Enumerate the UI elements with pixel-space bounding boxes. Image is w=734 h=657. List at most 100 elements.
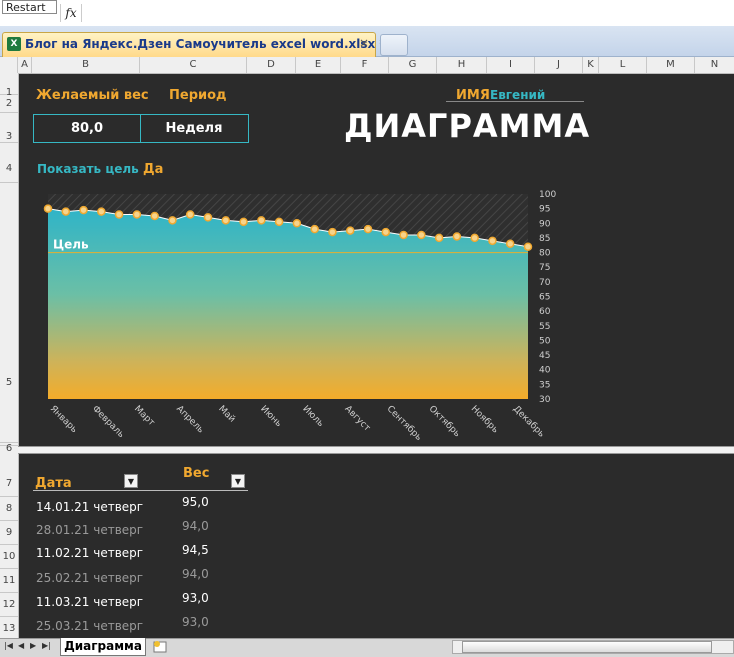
desired-weight-label: Желаемый вес — [36, 88, 149, 103]
chart-data-point — [328, 227, 337, 237]
show-goal-value[interactable]: Да — [143, 162, 163, 177]
column-header-b[interactable]: B — [32, 57, 140, 73]
excel-file-icon: X — [7, 37, 21, 51]
document-tab-title: Блог на Яндекс.Дзен Самоучитель excel wo… — [25, 37, 386, 51]
chart-data-point — [310, 224, 319, 234]
table-row-weight[interactable]: 94,0 — [182, 567, 209, 581]
restart-tooltip: Restart — [2, 0, 57, 14]
chart-data-point — [292, 219, 302, 228]
chart-data-point — [399, 230, 408, 240]
page-title: ДИАГРАММА — [344, 107, 591, 145]
table-row-weight[interactable]: 93,0 — [182, 615, 209, 629]
chart-y-tick-label: 50 — [539, 336, 551, 346]
chart-x-tick-label: Ноябрь — [469, 404, 500, 435]
chart-goal-label: Цель — [53, 238, 89, 252]
table-row-weight[interactable]: 94,0 — [182, 519, 209, 533]
column-header-f[interactable]: F — [341, 57, 389, 73]
row-header-4[interactable]: 4 — [0, 143, 18, 183]
row-header-6[interactable]: 6 — [0, 443, 18, 454]
chart-x-tick-label: Сентябрь — [385, 404, 424, 443]
chart-y-tick-label: 35 — [539, 380, 550, 390]
chart-y-tick-label: 65 — [539, 293, 550, 303]
table-row-date[interactable]: 25.03.21 четверг — [36, 619, 143, 633]
column-header-g[interactable]: G — [389, 57, 437, 73]
column-header-e[interactable]: E — [296, 57, 341, 73]
period-input[interactable]: Неделя — [141, 121, 247, 136]
chart-y-tick-label: 95 — [539, 205, 550, 215]
name-value[interactable]: Евгений — [490, 88, 545, 102]
table-header-underline — [33, 490, 248, 491]
table-row-weight[interactable]: 95,0 — [182, 495, 209, 509]
row-header-13[interactable]: 13 — [0, 617, 18, 638]
row-header-12[interactable]: 12 — [0, 593, 18, 617]
document-tab[interactable]: X Блог на Яндекс.Дзен Самоучитель excel … — [2, 32, 386, 57]
date-filter-button[interactable]: ▼ — [124, 474, 138, 488]
prev-sheet-icon[interactable]: ◀ — [18, 641, 24, 650]
column-header: A B C D E F G H I J K L M N — [0, 57, 734, 74]
column-header-j[interactable]: J — [535, 57, 583, 73]
chart-data-point — [417, 230, 426, 240]
next-sheet-icon[interactable]: ▶ — [30, 641, 36, 650]
table-header-weight: Вес — [183, 466, 210, 481]
sheet-tab-diagram[interactable]: Диаграмма — [60, 638, 146, 656]
table-row-date[interactable]: 25.02.21 четверг — [36, 571, 143, 585]
table-row-date[interactable]: 14.01.21 четверг — [36, 500, 143, 514]
chart-data-point — [488, 236, 497, 246]
column-header-m[interactable]: M — [647, 57, 695, 73]
column-header-l[interactable]: L — [599, 57, 647, 73]
weight-chart[interactable]: Цель 100 95 90 85 80 75 70 65 60 55 50 45 40 35 30 Январ… — [30, 185, 590, 445]
column-header-n[interactable]: N — [695, 57, 734, 73]
close-icon[interactable]: × — [359, 36, 369, 50]
column-header-k[interactable]: K — [583, 57, 599, 73]
chart-data-point — [185, 210, 195, 219]
fx-icon[interactable]: fx — [60, 4, 82, 22]
row-header-5[interactable]: 5 — [0, 183, 18, 443]
name-underline — [446, 101, 584, 102]
chart-y-tick-label: 40 — [539, 366, 551, 376]
table-row-date[interactable]: 11.02.21 четверг — [36, 546, 143, 560]
column-header-i[interactable]: I — [487, 57, 535, 73]
select-all-corner[interactable] — [0, 57, 18, 73]
column-header-c[interactable]: C — [140, 57, 247, 73]
row-header-11[interactable]: 11 — [0, 569, 18, 593]
last-sheet-icon[interactable]: ▶| — [42, 641, 51, 650]
chart-y-tick-label: 80 — [539, 249, 551, 259]
weight-filter-button[interactable]: ▼ — [231, 474, 245, 488]
row-header-10[interactable]: 10 — [0, 545, 18, 569]
table-row-weight[interactable]: 94,5 — [182, 543, 209, 557]
row-header-8[interactable]: 8 — [0, 497, 18, 521]
chart-y-tick-label: 45 — [539, 351, 550, 361]
formula-bar[interactable] — [0, 0, 734, 27]
desired-weight-input[interactable]: 80,0 — [34, 121, 140, 136]
first-sheet-icon[interactable]: |◀ — [4, 641, 13, 650]
horizontal-scroll-thumb[interactable] — [462, 641, 712, 653]
chart-data-point — [203, 213, 213, 222]
table-row-weight[interactable]: 93,0 — [182, 591, 209, 605]
column-header-d[interactable]: D — [247, 57, 296, 73]
row-header-1[interactable]: 1 — [0, 73, 18, 98]
column-header-a[interactable]: A — [18, 57, 32, 73]
row-header-2[interactable]: 2 — [0, 95, 18, 113]
chart-data-point — [168, 216, 177, 225]
table-row-date[interactable]: 28.01.21 четверг — [36, 523, 143, 537]
row-header-7[interactable]: 7 — [0, 453, 18, 497]
chart-x-tick-label: Июнь — [258, 404, 283, 429]
chart-data-point — [452, 232, 462, 241]
chart-data-point — [257, 216, 266, 225]
row-header-3[interactable]: 3 — [0, 113, 18, 143]
chart-data-point — [274, 217, 284, 227]
filter-icon: ▼ — [127, 477, 135, 486]
chart-data-point — [97, 207, 106, 216]
table-header-date: Дата — [35, 476, 72, 491]
chart-data-point — [470, 233, 479, 243]
chart-y-tick-label: 70 — [539, 278, 551, 288]
chart-x-tick-label: Декабрь — [511, 404, 546, 439]
table-row-date[interactable]: 11.03.21 четверг — [36, 595, 143, 609]
chart-data-point — [43, 204, 53, 213]
chart-y-tick-label: 60 — [539, 307, 551, 317]
column-header-h[interactable]: H — [437, 57, 487, 73]
insert-sheet-icon[interactable] — [150, 640, 172, 654]
freeze-pane-divider[interactable] — [18, 446, 734, 454]
new-tab-button[interactable] — [380, 34, 408, 56]
row-header-9[interactable]: 9 — [0, 521, 18, 545]
